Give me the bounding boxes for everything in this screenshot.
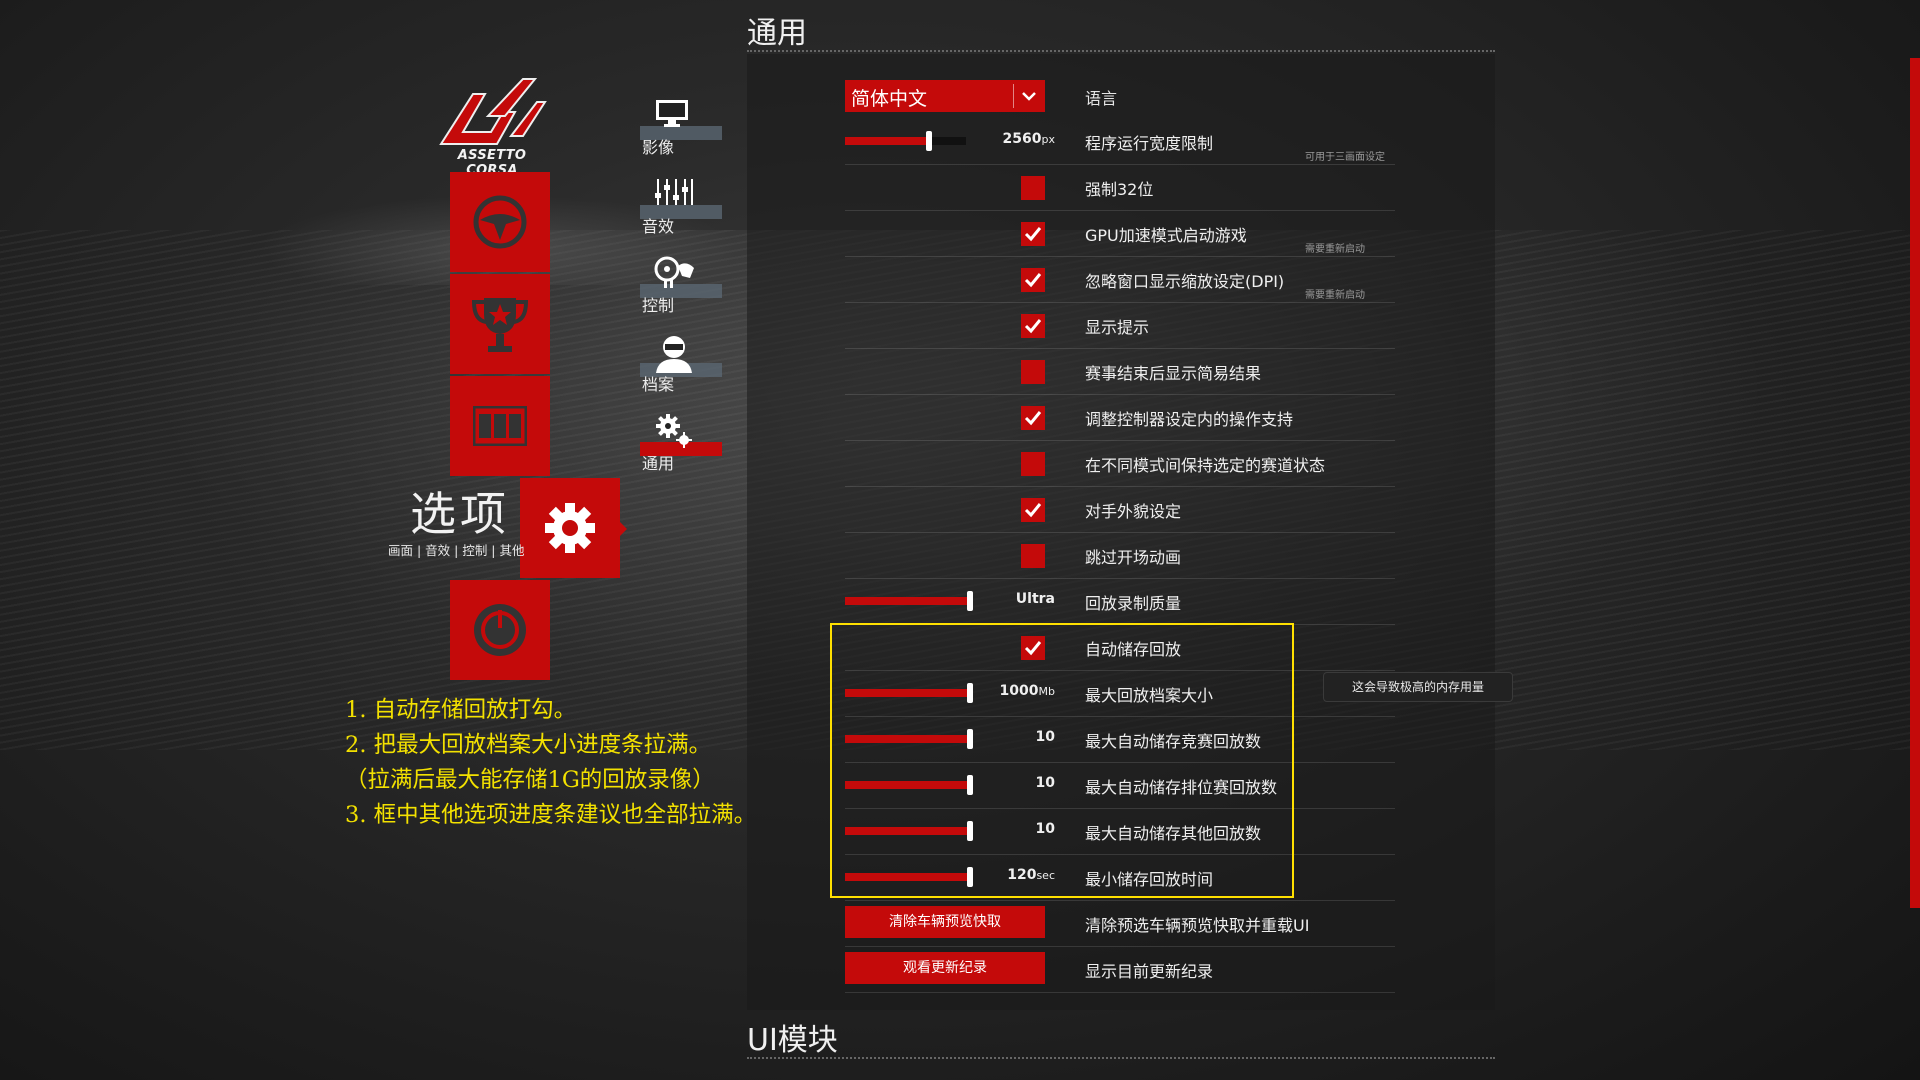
setting-row: 忽略窗口显示缩放设定(DPI) 需要重新启动: [845, 256, 1395, 303]
monitor-icon: [656, 100, 688, 127]
setting-row: 观看更新纪录 显示目前更新纪录: [845, 946, 1395, 993]
setting-label: 在不同模式间保持选定的赛道状态: [1085, 456, 1326, 475]
submenu-label: 音效: [642, 217, 675, 236]
setting-checkbox[interactable]: [1021, 452, 1045, 476]
next-section-title: UI模块: [747, 1023, 838, 1058]
setting-label: 程序运行宽度限制: [1085, 134, 1214, 153]
slider-fill: [845, 597, 967, 605]
scrollbar[interactable]: [1910, 58, 1920, 908]
dropdown-separator: [1013, 84, 1014, 108]
setting-checkbox[interactable]: [1021, 222, 1045, 246]
setting-note: 需要重新启动: [1305, 244, 1365, 255]
driver-profile-icon: [656, 336, 692, 373]
next-section-divider: [747, 1057, 1495, 1059]
section-divider: [747, 50, 1495, 52]
setting-checkbox[interactable]: [1021, 544, 1045, 568]
exit-tile[interactable]: [450, 580, 550, 680]
submenu-label: 影像: [642, 138, 675, 157]
memory-warning-tooltip: 这会导致极高的内存用量: [1323, 672, 1513, 702]
setting-row: GPU加速模式启动游戏需要重新启动: [845, 210, 1395, 257]
slider-value: Ultra: [1016, 591, 1055, 607]
setting-label: 强制32位: [1085, 180, 1154, 199]
active-tile-arrow: [620, 522, 627, 536]
trophy-icon: [471, 298, 529, 352]
action-button[interactable]: 观看更新纪录: [845, 952, 1045, 984]
setting-row: 显示提示: [845, 302, 1395, 349]
checkmark-icon: [1024, 503, 1042, 518]
setting-checkbox[interactable]: [1021, 176, 1045, 200]
options-subtitle: 画面 | 音效 | 控制 | 其他: [388, 543, 525, 558]
slider-value-unit: px: [1041, 133, 1056, 146]
setting-label: 回放录制质量: [1085, 594, 1182, 613]
events-tile[interactable]: [450, 274, 550, 374]
annotation-line: （拉满后最大能存储1G的回放录像）: [345, 767, 715, 793]
annotation-highlight-box: [830, 623, 1294, 898]
language-value: 简体中文: [851, 88, 928, 110]
setting-row: 调整控制器设定内的操作支持: [845, 394, 1395, 441]
language-label: 语言: [1085, 89, 1118, 108]
setting-label: 赛事结束后显示简易结果: [1085, 364, 1262, 383]
slider-value: 2560px: [1003, 131, 1055, 147]
steering-wheel-icon: [473, 195, 527, 249]
checkmark-icon: [1024, 319, 1042, 334]
setting-checkbox[interactable]: [1021, 268, 1045, 292]
slider-fill: [845, 137, 926, 145]
setting-row: 2560px 程序运行宽度限制可用于三画面设定: [845, 118, 1395, 165]
submenu-label: 档案: [642, 375, 675, 394]
setting-label: GPU加速模式启动游戏: [1085, 226, 1247, 245]
setting-checkbox[interactable]: [1021, 360, 1045, 384]
language-dropdown[interactable]: 简体中文: [845, 80, 1045, 112]
annotation-line: 2. 把最大回放档案大小进度条拉满。: [345, 732, 712, 758]
gears-icon: [656, 414, 692, 448]
chevron-down-icon: [1022, 92, 1036, 101]
slider-value-number: Ultra: [1015, 591, 1055, 607]
equalizer-icon: [655, 179, 693, 205]
setting-row: 对手外貌设定: [845, 486, 1395, 533]
slider-value-number: 2560: [1002, 131, 1042, 147]
setting-row: 清除车辆预览快取 清除预选车辆预览快取并重载UI: [845, 900, 1395, 947]
replay-tile[interactable]: [450, 376, 550, 476]
setting-label: 对手外貌设定: [1085, 502, 1182, 521]
submenu-label: 通用: [642, 454, 675, 473]
checkmark-icon: [1024, 411, 1042, 426]
setting-row: 强制32位: [845, 164, 1395, 211]
gear-icon: [545, 503, 595, 553]
setting-note: 可用于三画面设定: [1305, 152, 1385, 163]
setting-note: 需要重新启动: [1305, 290, 1365, 301]
submenu-label: 控制: [642, 296, 675, 315]
action-button[interactable]: 清除车辆预览快取: [845, 906, 1045, 938]
setting-checkbox[interactable]: [1021, 314, 1045, 338]
setting-label: 调整控制器设定内的操作支持: [1085, 410, 1294, 429]
section-title: 通用: [747, 16, 807, 51]
setting-row: Ultra 回放录制质量: [845, 578, 1395, 625]
annotation-line: 3. 框中其他选项进度条建议也全部拉满。: [345, 802, 757, 828]
setting-checkbox[interactable]: [1021, 498, 1045, 522]
setting-row: 在不同模式间保持选定的赛道状态: [845, 440, 1395, 487]
setting-label: 显示提示: [1085, 318, 1150, 337]
drive-tile[interactable]: [450, 172, 550, 272]
slider-handle[interactable]: [926, 131, 932, 151]
setting-checkbox[interactable]: [1021, 406, 1045, 430]
options-tile[interactable]: [520, 478, 620, 578]
setting-label: 跳过开场动画: [1085, 548, 1182, 567]
controller-icon: [654, 256, 694, 288]
setting-label: 清除预选车辆预览快取并重载UI: [1085, 916, 1310, 935]
setting-label: 忽略窗口显示缩放设定(DPI): [1085, 272, 1285, 291]
film-strip-icon: [473, 406, 527, 446]
annotation-line: 1. 自动存储回放打勾。: [345, 697, 577, 723]
setting-row: 赛事结束后显示简易结果: [845, 348, 1395, 395]
setting-row: 跳过开场动画: [845, 532, 1395, 579]
checkmark-icon: [1024, 273, 1042, 288]
setting-label: 显示目前更新纪录: [1085, 962, 1214, 981]
slider-handle[interactable]: [967, 591, 973, 611]
checkmark-icon: [1024, 227, 1042, 242]
power-icon: [474, 604, 526, 656]
options-title: 选项: [410, 487, 510, 541]
